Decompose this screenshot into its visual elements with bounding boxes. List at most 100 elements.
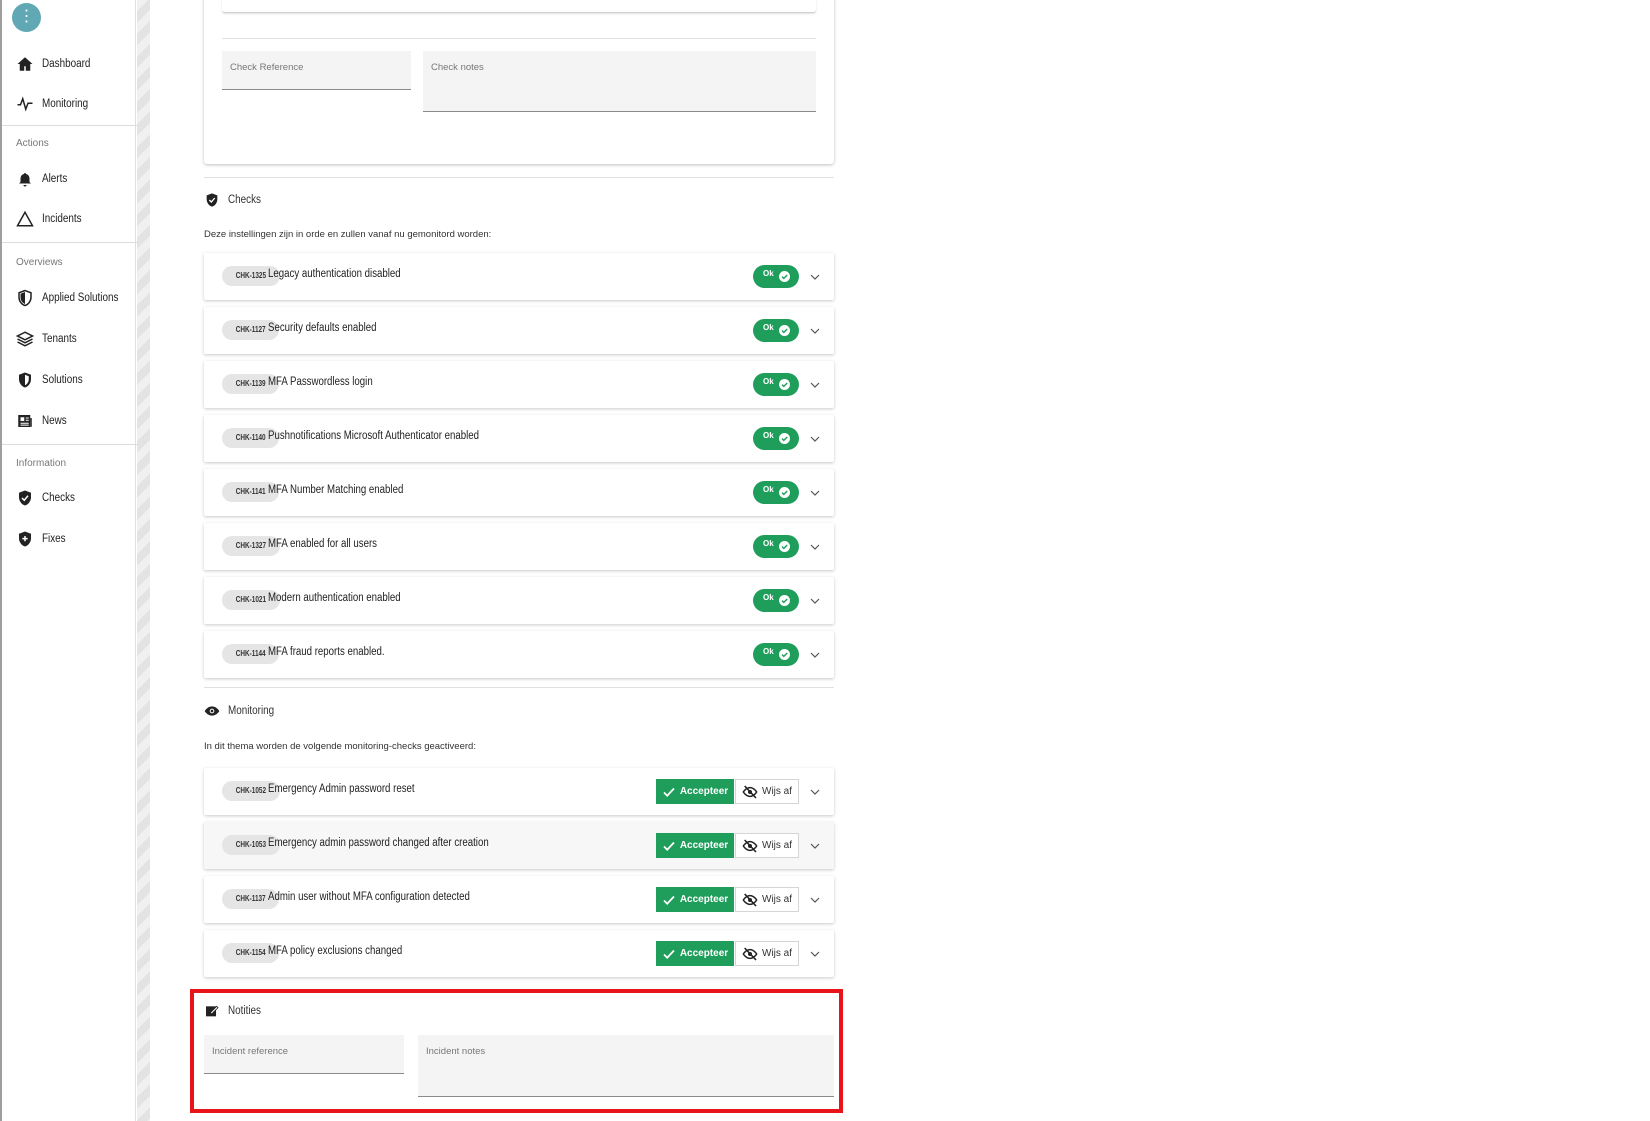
check-circle-icon [779, 649, 790, 660]
chevron-down-icon[interactable] [810, 542, 820, 552]
check-row[interactable]: CHK-1141 MFA Number Matching enabled Ok [204, 469, 834, 516]
monitoring-section-title: Monitoring [228, 705, 275, 717]
chevron-down-icon[interactable] [810, 596, 820, 606]
reject-button[interactable]: Wijs af [735, 833, 799, 858]
check-row[interactable]: CHK-1140 Pushnotifications Microsoft Auth… [204, 415, 834, 462]
accept-button[interactable]: Accepteer [656, 833, 734, 858]
reject-label: Wijs af [762, 840, 792, 851]
sidebar-item-label: Dashboard [42, 58, 91, 70]
chevron-down-icon[interactable] [810, 434, 820, 444]
check-circle-icon [779, 325, 790, 336]
sidebar-item-label: Fixes [42, 533, 66, 545]
check-row[interactable]: CHK-1144 MFA fraud reports enabled. Ok [204, 631, 834, 678]
sidebar-item-applied-solutions[interactable]: Applied Solutions [16, 285, 131, 311]
chevron-down-icon[interactable] [810, 650, 820, 660]
sidebar-item-label: Checks [42, 492, 75, 504]
chevron-down-icon[interactable] [810, 326, 820, 336]
check-icon [663, 949, 675, 959]
status-ok-badge: Ok [753, 319, 799, 342]
check-icon [663, 787, 675, 797]
sidebar-item-incidents[interactable]: Incidents [16, 206, 88, 232]
check-reference-input[interactable]: Check Reference [222, 51, 411, 90]
status-ok-label: Ok [763, 647, 774, 656]
details-card: Check Reference Check notes [204, 0, 834, 164]
monitoring-row[interactable]: CHK-1053 Emergency admin password changed… [204, 822, 834, 869]
monitoring-row[interactable]: CHK-1137 Admin user without MFA configura… [204, 876, 834, 923]
sidebar-item-dashboard[interactable]: Dashboard [16, 51, 98, 77]
chevron-down-icon[interactable] [810, 488, 820, 498]
status-ok-label: Ok [763, 431, 774, 440]
check-title: Pushnotifications Microsoft Authenticato… [268, 430, 480, 442]
check-title: MFA Number Matching enabled [268, 484, 404, 496]
check-row[interactable]: CHK-1325 Legacy authentication disabled Ok [204, 253, 834, 300]
check-icon [663, 895, 675, 905]
status-ok-badge: Ok [753, 589, 799, 612]
sidebar-item-solutions[interactable]: Solutions [16, 367, 89, 393]
monitoring-row[interactable]: CHK-1052 Emergency Admin password reset Ac… [204, 768, 834, 815]
sidebar-item-label: Solutions [42, 374, 83, 386]
sidebar-item-label: Monitoring [42, 98, 89, 110]
eye-off-icon [742, 892, 758, 907]
reject-label: Wijs af [762, 948, 792, 959]
reject-label: Wijs af [762, 894, 792, 905]
check-circle-icon [779, 541, 790, 552]
status-ok-label: Ok [763, 269, 774, 278]
check-id: CHK-1327 [235, 541, 267, 550]
eye-off-icon [742, 784, 758, 799]
chevron-down-icon[interactable] [810, 787, 820, 797]
chevron-down-icon[interactable] [810, 841, 820, 851]
chevron-down-icon[interactable] [810, 272, 820, 282]
check-row[interactable]: CHK-1021 Modern authentication enabled Ok [204, 577, 834, 624]
checks-section-header: Checks [204, 192, 266, 208]
menu-button[interactable]: ⋮ [12, 3, 41, 32]
home-icon [17, 57, 33, 71]
status-ok-badge: Ok [753, 427, 799, 450]
section-title-overviews: Overviews [16, 257, 63, 268]
sidebar: ⋮ Dashboard Monitoring Actions Alerts In… [0, 0, 138, 1121]
check-id: CHK-1325 [235, 271, 267, 280]
chevron-down-icon[interactable] [810, 949, 820, 959]
sidebar-item-checks[interactable]: Checks [16, 485, 80, 511]
check-row[interactable]: CHK-1327 MFA enabled for all users Ok [204, 523, 834, 570]
sidebar-item-alerts[interactable]: Alerts [16, 166, 71, 192]
sidebar-item-tenants[interactable]: Tenants [16, 326, 82, 352]
status-ok-badge: Ok [753, 373, 799, 396]
accept-label: Accepteer [679, 894, 729, 905]
sidebar-item-label: News [42, 415, 67, 427]
check-id: CHK-1140 [235, 433, 266, 442]
check-icon [663, 841, 675, 851]
check-circle-icon [779, 487, 790, 498]
status-ok-badge: Ok [753, 481, 799, 504]
check-title: MFA policy exclusions changed [268, 945, 403, 957]
accept-button[interactable]: Accepteer [656, 779, 734, 804]
status-ok-badge: Ok [753, 535, 799, 558]
eye-icon [204, 706, 220, 716]
status-ok-badge: Ok [753, 643, 799, 666]
section-title-actions: Actions [16, 138, 49, 149]
check-row[interactable]: CHK-1139 MFA Passwordless login Ok [204, 361, 834, 408]
sidebar-item-news[interactable]: News [16, 408, 71, 434]
check-row[interactable]: CHK-1127 Security defaults enabled Ok [204, 307, 834, 354]
accept-button[interactable]: Accepteer [656, 941, 734, 966]
divider [222, 38, 816, 39]
status-ok-label: Ok [763, 593, 774, 602]
sidebar-item-monitoring[interactable]: Monitoring [16, 91, 96, 117]
previous-field [222, 0, 816, 13]
reject-button[interactable]: Wijs af [735, 779, 799, 804]
check-notes-input[interactable]: Check notes [423, 51, 816, 112]
reject-button[interactable]: Wijs af [735, 941, 799, 966]
sidebar-item-fixes[interactable]: Fixes [16, 526, 69, 552]
reject-button[interactable]: Wijs af [735, 887, 799, 912]
check-circle-icon [779, 271, 790, 282]
sidebar-item-label: Applied Solutions [42, 292, 119, 304]
shield-icon [19, 372, 31, 388]
chevron-down-icon[interactable] [810, 895, 820, 905]
monitoring-row[interactable]: CHK-1154 MFA policy exclusions changed Acc… [204, 930, 834, 977]
check-id: CHK-1141 [235, 487, 266, 496]
status-ok-label: Ok [763, 377, 774, 386]
chevron-down-icon[interactable] [810, 380, 820, 390]
accept-button[interactable]: Accepteer [656, 887, 734, 912]
check-circle-icon [779, 595, 790, 606]
sidebar-resize-strip [137, 0, 150, 1121]
warning-triangle-icon [16, 210, 34, 227]
